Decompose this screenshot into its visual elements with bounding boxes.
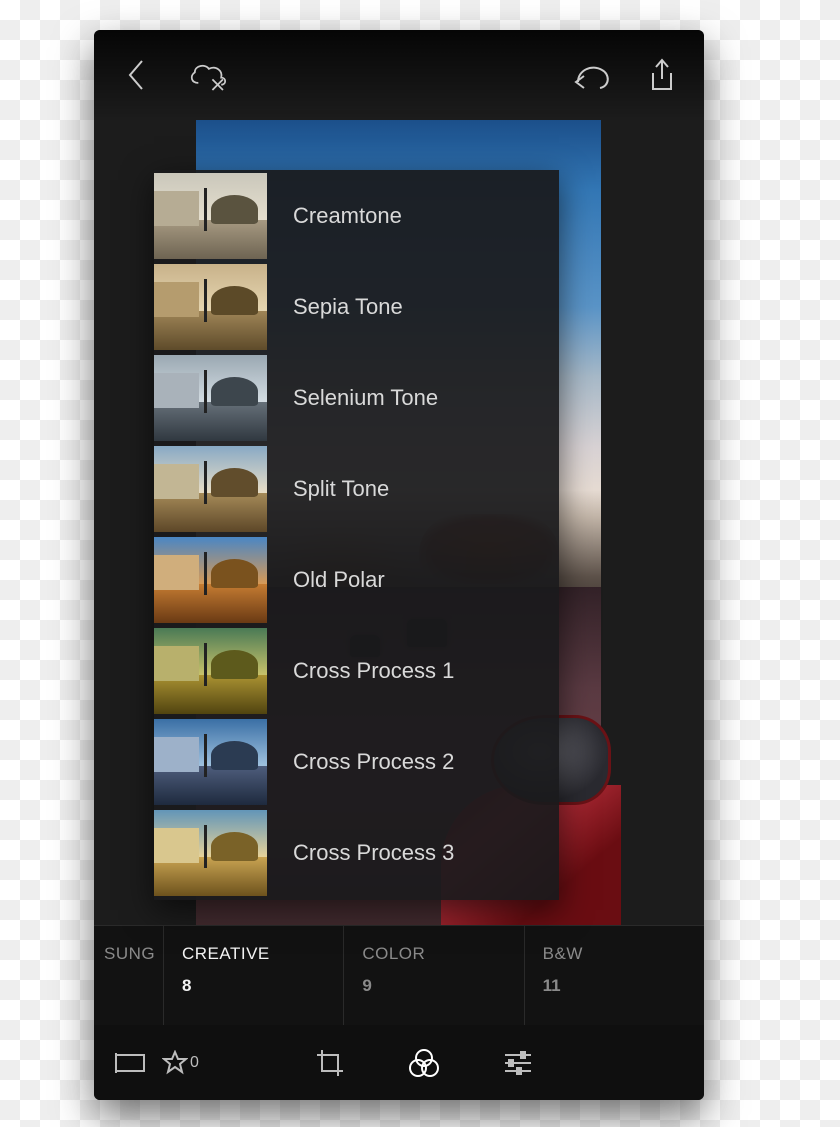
category-count: 8 (182, 976, 325, 996)
star-icon (162, 1050, 188, 1076)
preset-category-tab[interactable]: SUNG (94, 926, 164, 1025)
preset-label: Cross Process 2 (293, 749, 454, 775)
preset-label: Split Tone (293, 476, 389, 502)
undo-button[interactable] (568, 53, 612, 97)
back-button[interactable] (114, 53, 158, 97)
preset-item[interactable]: Cross Process 3 (154, 807, 559, 898)
preset-label: Cross Process 1 (293, 658, 454, 684)
rating-count: 0 (190, 1054, 199, 1072)
category-name: CREATIVE (182, 944, 325, 964)
category-name: B&W (543, 944, 686, 964)
share-button[interactable] (640, 53, 684, 97)
chevron-left-icon (124, 57, 148, 93)
cloud-x-icon (186, 58, 230, 92)
preset-thumbnail (154, 628, 267, 714)
rating-button[interactable]: 0 (162, 1050, 199, 1076)
preset-label: Sepia Tone (293, 294, 403, 320)
preset-label: Selenium Tone (293, 385, 438, 411)
crop-button[interactable] (308, 1041, 352, 1085)
adjust-button[interactable] (496, 1041, 540, 1085)
category-name: SUNG (104, 944, 145, 964)
edit-tool-group (209, 1041, 640, 1085)
preset-thumbnail (154, 537, 267, 623)
top-bar (94, 30, 704, 120)
preset-item[interactable]: Selenium Tone (154, 352, 559, 443)
flag-icon (114, 1051, 146, 1075)
preset-item[interactable]: Sepia Tone (154, 261, 559, 352)
preset-category-tab[interactable]: B&W 11 (525, 926, 704, 1025)
category-count: 9 (362, 976, 505, 996)
app-frame: Creamtone Sepia Tone Selenium Tone Split… (94, 30, 704, 1100)
presets-button[interactable] (402, 1041, 446, 1085)
preset-label: Cross Process 3 (293, 840, 454, 866)
preset-item[interactable]: Split Tone (154, 443, 559, 534)
top-bar-right (568, 53, 684, 97)
cloud-cancel-button[interactable] (186, 53, 230, 97)
preset-item[interactable]: Old Polar (154, 534, 559, 625)
preset-thumbnail (154, 264, 267, 350)
presets-icon (408, 1048, 440, 1078)
sliders-icon (503, 1050, 533, 1076)
preset-thumbnail (154, 810, 267, 896)
preset-category-bar: SUNG CREATIVE 8 COLOR 9 B&W 11 (94, 925, 704, 1025)
undo-icon (570, 60, 610, 90)
preset-thumbnail (154, 719, 267, 805)
bottom-toolbar: 0 (94, 1025, 704, 1100)
preset-category-tab[interactable]: COLOR 9 (344, 926, 524, 1025)
preset-item[interactable]: Cross Process 1 (154, 625, 559, 716)
preset-item[interactable]: Cross Process 2 (154, 716, 559, 807)
preset-label: Old Polar (293, 567, 385, 593)
preset-thumbnail (154, 173, 267, 259)
crop-icon (315, 1048, 345, 1078)
top-bar-left (114, 53, 230, 97)
preset-thumbnail (154, 446, 267, 532)
preset-label: Creamtone (293, 203, 402, 229)
share-icon (647, 57, 677, 93)
preset-category-tab[interactable]: CREATIVE 8 (164, 926, 344, 1025)
preset-panel: Creamtone Sepia Tone Selenium Tone Split… (154, 170, 559, 900)
category-count: 11 (543, 976, 686, 996)
flag-button[interactable] (108, 1041, 152, 1085)
category-name: COLOR (362, 944, 505, 964)
preset-thumbnail (154, 355, 267, 441)
preset-item[interactable]: Creamtone (154, 170, 559, 261)
